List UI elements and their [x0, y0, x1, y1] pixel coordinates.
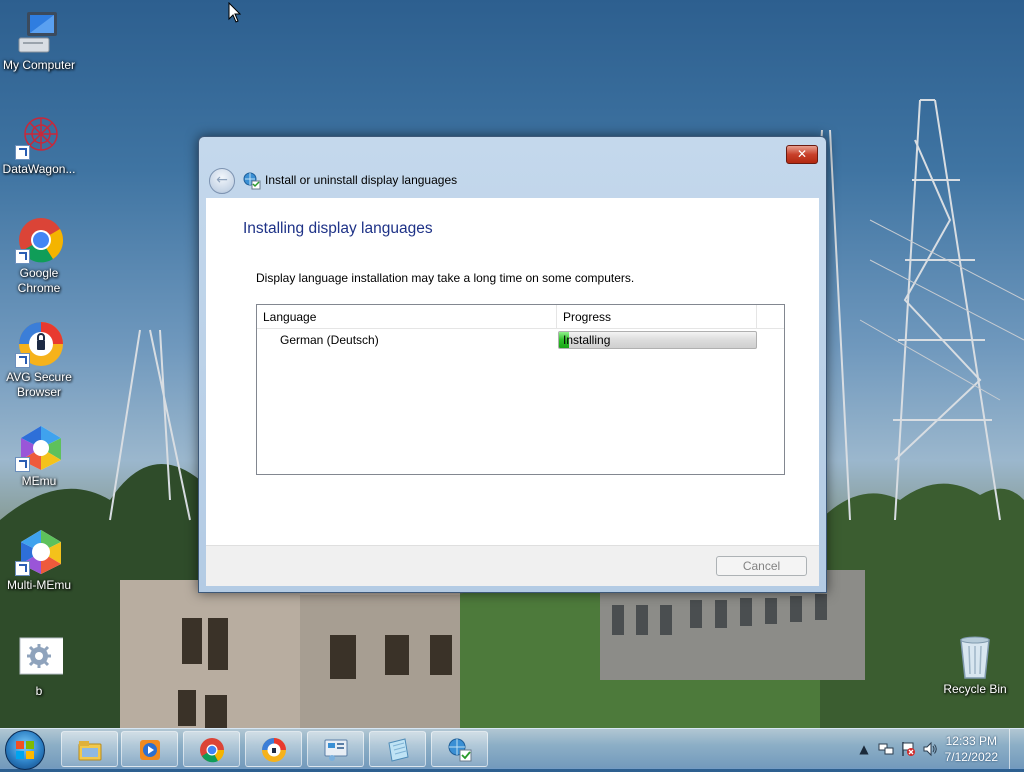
install-languages-dialog: ✕ ← Install or uninstall display languag…	[198, 136, 827, 593]
shortcut-arrow-icon	[15, 249, 30, 264]
media-player-icon	[140, 740, 160, 760]
start-button[interactable]	[5, 730, 45, 770]
language-setup-icon	[243, 172, 261, 190]
desktop-icon-datawagon[interactable]: DataWagon...	[1, 112, 77, 177]
action-center-icon[interactable]	[900, 741, 916, 757]
chrome-icon	[15, 216, 64, 264]
desktop-icon-label: My Computer	[2, 58, 76, 72]
desktop-icon-b[interactable]: b	[1, 634, 77, 699]
list-header: Language Progress	[257, 305, 784, 329]
column-header-language[interactable]: Language	[257, 305, 557, 328]
taskbar-control-panel[interactable]	[307, 731, 364, 767]
avg-browser-icon	[15, 320, 63, 368]
datawagon-icon	[15, 112, 63, 160]
progress-status: Installing	[563, 333, 611, 347]
desktop-icon-label: DataWagon...	[2, 162, 76, 176]
windows-explorer-icon	[78, 741, 102, 761]
clock-date: 7/12/2022	[944, 750, 998, 764]
desktop-icon-label: Google Chrome	[17, 266, 61, 295]
show-desktop-button[interactable]	[1009, 729, 1024, 769]
close-icon: ✕	[796, 147, 808, 161]
clock-time: 12:33 PM	[945, 734, 997, 748]
control-panel-icon	[324, 739, 348, 761]
desktop-icon-multi-memu[interactable]: Multi-MEmu	[1, 528, 77, 593]
taskbar-chrome[interactable]	[183, 731, 240, 767]
progress-bar: Installing	[558, 331, 757, 349]
avg-browser-icon	[262, 738, 286, 762]
taskbar-media-player[interactable]	[121, 731, 178, 767]
desktop-icon-label: AVG Secure Browser	[6, 370, 72, 399]
window-title: Install or uninstall display languages	[265, 173, 458, 187]
mouse-cursor-icon	[228, 2, 242, 23]
desktop-icon-recycle-bin[interactable]: Recycle Bin	[937, 632, 1013, 697]
desktop-icon-memu[interactable]: MEmu	[1, 424, 77, 489]
clock[interactable]: 12:33 PM 7/12/2022	[945, 733, 998, 765]
back-button[interactable]: ←	[209, 168, 235, 194]
memu-icon	[15, 424, 63, 472]
desktop-icon-my-computer[interactable]: My Computer	[1, 8, 77, 73]
show-hidden-icons-icon[interactable]: ▲	[856, 741, 872, 757]
shortcut-arrow-icon	[15, 353, 30, 368]
column-header-progress[interactable]: Progress	[557, 305, 757, 328]
dialog-content: Installing display languages Display lan…	[206, 198, 819, 545]
desktop-icon-label: Recycle Bin	[943, 682, 1007, 696]
language-list[interactable]: Language Progress German (Deutsch) Insta…	[256, 304, 785, 475]
page-heading: Installing display languages	[243, 220, 433, 237]
desktop-icon-label: Multi-MEmu	[6, 578, 71, 592]
multi-memu-icon	[15, 528, 63, 576]
volume-icon[interactable]	[922, 741, 938, 757]
system-tray: ▲ 12:33 PM 7/12/2022	[834, 729, 1024, 769]
network-icon[interactable]	[878, 741, 894, 757]
desktop-icon-google-chrome[interactable]: Google Chrome	[1, 216, 77, 296]
recycle-bin-icon	[951, 632, 999, 680]
taskbar-language-setup[interactable]	[431, 731, 488, 767]
close-button[interactable]: ✕	[786, 145, 818, 164]
taskbar-avg-browser[interactable]	[245, 731, 302, 767]
dialog-footer: Cancel	[206, 545, 819, 586]
taskbar-windows-explorer[interactable]	[61, 731, 118, 767]
chrome-icon	[200, 738, 225, 763]
shortcut-arrow-icon	[15, 145, 30, 160]
taskbar: ▲ 12:33 PM 7/12/2022	[0, 728, 1024, 770]
desktop-icon-label: b	[35, 684, 43, 698]
computer-icon	[15, 8, 63, 56]
cancel-button[interactable]: Cancel	[716, 556, 807, 576]
list-item[interactable]: German (Deutsch) Installing	[257, 329, 784, 351]
info-text: Display language installation may take a…	[256, 271, 635, 285]
language-setup-icon	[448, 738, 472, 762]
back-arrow-icon: ←	[216, 172, 228, 188]
shortcut-arrow-icon	[15, 457, 30, 472]
desktop-icon-avg-secure-browser[interactable]: AVG Secure Browser	[1, 320, 77, 400]
language-name: German (Deutsch)	[280, 333, 379, 347]
taskbar-notepad[interactable]	[369, 731, 426, 767]
notepad-icon	[388, 738, 409, 762]
desktop-icon-label: MEmu	[21, 474, 57, 488]
shortcut-arrow-icon	[15, 561, 30, 576]
settings-file-icon	[15, 634, 65, 682]
windows-logo-icon	[16, 741, 34, 759]
